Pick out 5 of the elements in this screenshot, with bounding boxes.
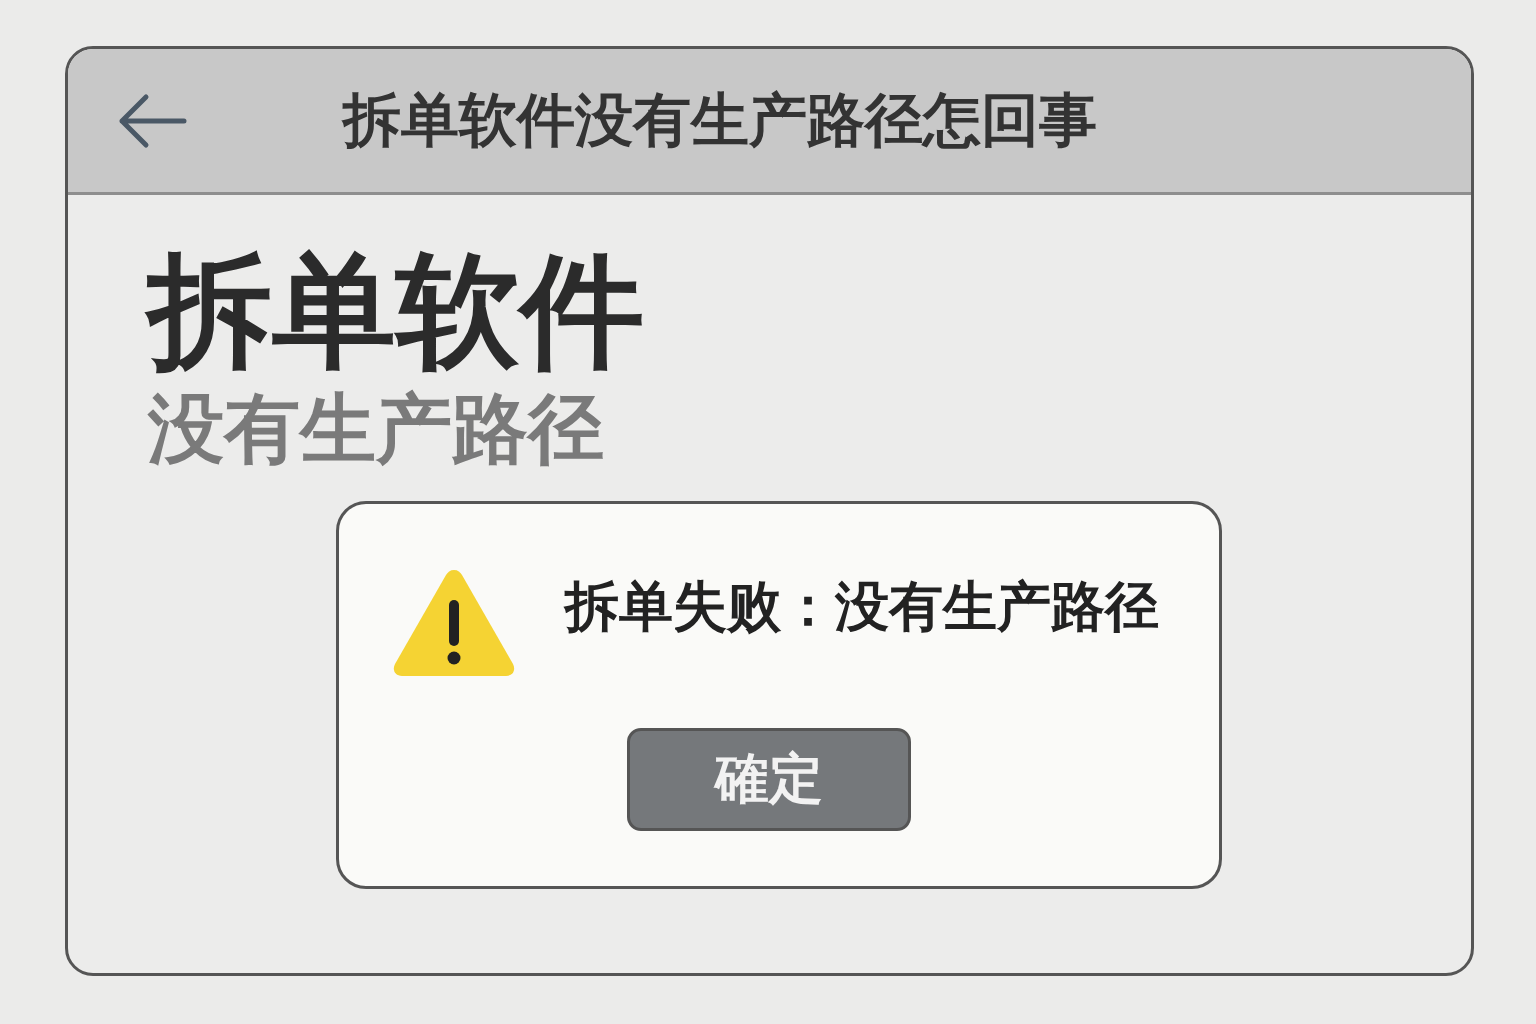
confirm-button[interactable]: 確定 — [627, 728, 911, 831]
back-button[interactable] — [118, 92, 188, 149]
subheading: 没有生产路径 — [148, 387, 605, 471]
error-message: 拆单失败：没有生产路径 — [565, 573, 1159, 640]
page-title: 拆单软件没有生产路径怎回事 — [343, 84, 1097, 156]
